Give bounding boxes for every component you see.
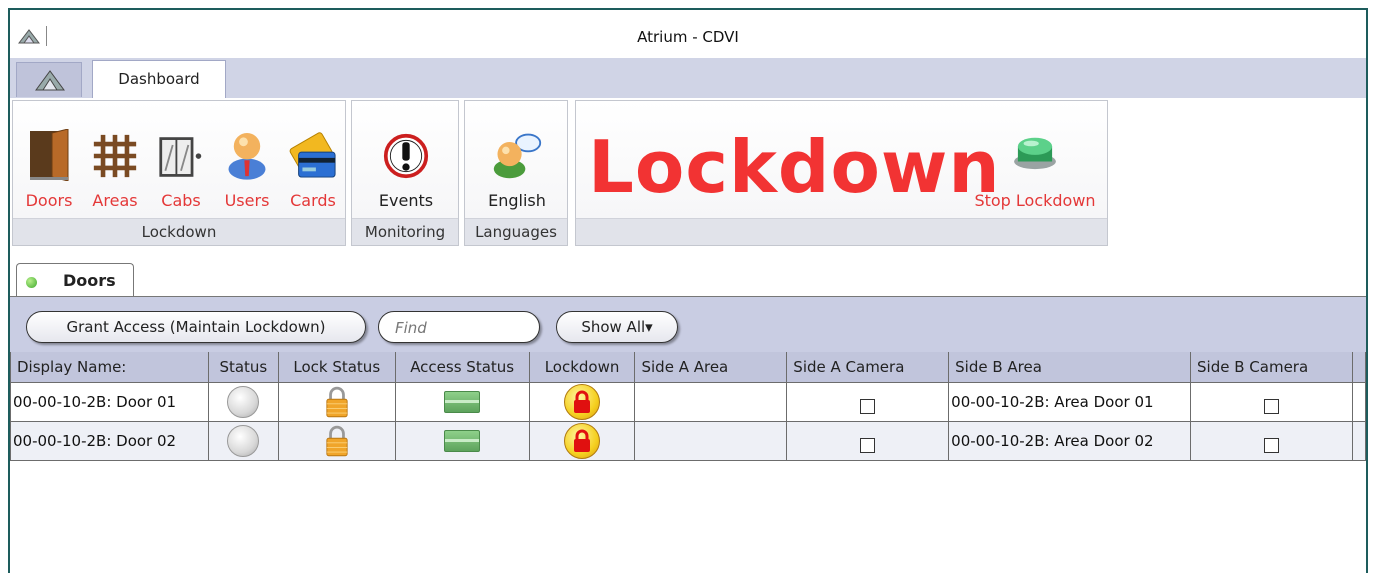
elevator-cab-icon: [159, 137, 202, 177]
users-button[interactable]: Users: [217, 115, 277, 210]
alert-icon: [383, 133, 429, 179]
doors-grid: Display Name: Status Lock Status Access …: [10, 352, 1367, 575]
lockdown-button[interactable]: Lockdown: [588, 125, 1001, 209]
card-icon: [289, 132, 336, 178]
app-logo-icon: [35, 70, 65, 91]
col-display-name[interactable]: Display Name:: [10, 352, 209, 383]
app-window: Atrium - CDVI Dashboard Doors Areas Cabs…: [8, 8, 1368, 575]
group-lockdown: Doors Areas Cabs Users Cards Lockdown: [12, 100, 346, 246]
group-label-lockdown-actions: [576, 218, 1107, 245]
group-label-monitoring: Monitoring: [352, 218, 458, 245]
doors-label: Doors: [25, 191, 73, 210]
cards-button[interactable]: Cards: [283, 115, 343, 210]
cell-display-name[interactable]: 00-00-10-2B: Door 02: [10, 421, 209, 461]
lockdown-lock-icon: [564, 384, 601, 420]
grant-access-button[interactable]: Grant Access (Maintain Lockdown): [26, 311, 366, 343]
stop-lockdown-button[interactable]: Stop Lockdown: [968, 115, 1102, 210]
ribbon: Doors Areas Cabs Users Cards Lockdown Ev…: [10, 98, 1366, 253]
areas-grid-icon: [93, 134, 137, 178]
cabs-label: Cabs: [161, 191, 201, 210]
doors-table: Display Name: Status Lock Status Access …: [10, 352, 1367, 461]
cell-side-b-camera[interactable]: [1190, 421, 1353, 461]
col-lock-status[interactable]: Lock Status: [277, 352, 396, 383]
stop-button-icon: [1014, 137, 1056, 170]
cell-side-a-area[interactable]: [634, 421, 788, 461]
areas-button[interactable]: Areas: [85, 115, 145, 210]
cell-lock-status[interactable]: [277, 421, 396, 461]
show-all-button[interactable]: Show All▾: [556, 311, 678, 343]
cell-side-a-camera[interactable]: [786, 382, 950, 422]
group-label-lockdown: Lockdown: [13, 218, 345, 245]
areas-label: Areas: [92, 191, 138, 210]
side-b-camera-checkbox[interactable]: [1263, 398, 1279, 414]
cell-lock-status[interactable]: [277, 382, 396, 422]
access-card-icon: [444, 391, 481, 413]
col-side-b-camera[interactable]: Side B Camera: [1190, 352, 1353, 383]
users-label: Users: [224, 191, 270, 210]
cell-extra: [1351, 382, 1367, 422]
col-side-a-area[interactable]: Side A Area: [634, 352, 788, 383]
document-tab-bar: Doors: [10, 252, 1366, 297]
doors-toolbar: Grant Access (Maintain Lockdown) Show Al…: [10, 296, 1366, 353]
lockdown-lock-icon: [564, 423, 601, 459]
col-status[interactable]: Status: [207, 352, 279, 383]
table-row[interactable]: 00-00-10-2B: Door 01 00-00-10-2B: Area D…: [10, 382, 1367, 422]
cell-access-status[interactable]: [394, 382, 530, 422]
side-b-camera-checkbox[interactable]: [1263, 437, 1279, 453]
cell-access-status[interactable]: [394, 421, 530, 461]
stop-lockdown-label: Stop Lockdown: [974, 191, 1096, 210]
window-title: Atrium - CDVI: [637, 28, 739, 46]
cell-lockdown[interactable]: [528, 382, 636, 422]
group-languages: English Languages: [464, 100, 568, 246]
cell-display-name[interactable]: 00-00-10-2B: Door 01: [10, 382, 209, 422]
table-header-row: Display Name: Status Lock Status Access …: [10, 352, 1367, 383]
cell-lockdown[interactable]: [528, 421, 636, 461]
side-a-camera-checkbox[interactable]: [860, 437, 876, 453]
status-dot-icon: [26, 277, 37, 288]
title-bar: Atrium - CDVI: [10, 10, 1366, 58]
tab-home[interactable]: [16, 62, 82, 97]
group-lockdown-actions: Lockdown Stop Lockdown: [575, 100, 1108, 246]
doors-button[interactable]: Doors: [19, 115, 79, 210]
col-access-status[interactable]: Access Status: [394, 352, 530, 383]
cell-side-b-area[interactable]: 00-00-10-2B: Area Door 02: [948, 421, 1192, 461]
english-button[interactable]: English: [477, 115, 557, 210]
padlock-icon: [326, 425, 348, 457]
find-input[interactable]: [393, 318, 527, 338]
group-monitoring: Events Monitoring: [351, 100, 459, 246]
user-icon: [228, 133, 266, 180]
cell-side-b-camera[interactable]: [1190, 382, 1353, 422]
status-indicator-icon: [227, 386, 260, 418]
cell-extra: [1351, 421, 1367, 461]
table-row[interactable]: 00-00-10-2B: Door 02 00-00-10-2B: Area D…: [10, 421, 1367, 461]
english-label: English: [488, 191, 546, 210]
side-a-camera-checkbox[interactable]: [860, 398, 876, 414]
tab-doors[interactable]: Doors: [16, 263, 134, 297]
group-label-languages: Languages: [465, 218, 567, 245]
find-field-wrapper: [378, 311, 540, 343]
language-user-icon: [493, 133, 542, 179]
tab-dashboard[interactable]: Dashboard: [92, 60, 226, 99]
cabs-button[interactable]: Cabs: [151, 115, 211, 210]
cell-side-a-area[interactable]: [634, 382, 788, 422]
col-side-a-camera[interactable]: Side A Camera: [786, 352, 950, 383]
status-indicator-icon: [227, 425, 260, 457]
cell-status[interactable]: [207, 382, 279, 422]
events-label: Events: [378, 191, 434, 210]
col-extra: [1351, 352, 1367, 383]
cell-status[interactable]: [207, 421, 279, 461]
events-button[interactable]: Events: [366, 115, 446, 210]
cards-label: Cards: [290, 191, 336, 210]
ribbon-tab-bar: Dashboard: [10, 58, 1366, 99]
cell-side-b-area[interactable]: 00-00-10-2B: Area Door 01: [948, 382, 1192, 422]
cell-side-a-camera[interactable]: [786, 421, 950, 461]
tab-doors-label: Doors: [63, 271, 116, 290]
door-icon: [30, 129, 69, 181]
col-side-b-area[interactable]: Side B Area: [948, 352, 1192, 383]
access-card-icon: [444, 430, 481, 452]
padlock-icon: [326, 386, 348, 418]
col-lockdown[interactable]: Lockdown: [528, 352, 636, 383]
